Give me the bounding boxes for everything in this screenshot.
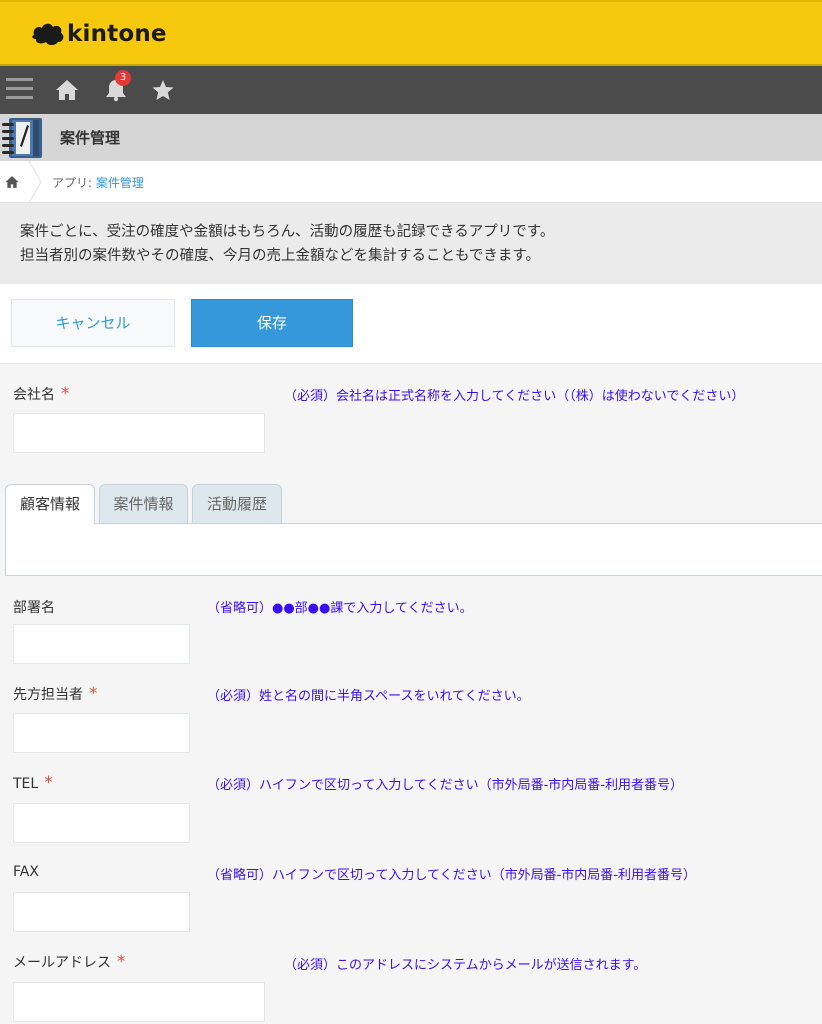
- app-description: 案件ごとに、受注の確度や金額はもちろん、活動の履歴も記録できるアプリです。 担当…: [0, 203, 822, 284]
- tab-activity-history[interactable]: 活動履歴: [192, 484, 282, 523]
- tab-panel: [5, 523, 822, 576]
- company-name-hint: （必須）会社名は正式名称を入力してください（（株）は使わないでください）: [284, 389, 745, 404]
- email-hint: （必須）このアドレスにシステムからメールが送信されます。: [284, 958, 647, 973]
- tab-group: 顧客情報 案件情報 活動履歴: [0, 484, 822, 576]
- department-label: 部署名: [13, 600, 55, 616]
- department-input[interactable]: [13, 624, 190, 664]
- save-button[interactable]: 保存: [191, 299, 353, 347]
- breadcrumb: アプリ: 案件管理: [0, 161, 822, 203]
- email-label: メールアドレス *: [13, 952, 126, 972]
- company-name-label: 会社名 *: [13, 384, 70, 404]
- description-line-1: 案件ごとに、受注の確度や金額はもちろん、活動の履歴も記録できるアプリです。: [20, 224, 555, 240]
- global-nav: 3: [0, 66, 822, 114]
- fax-label: FAX: [13, 864, 39, 880]
- tab-customer-info[interactable]: 顧客情報: [5, 484, 95, 524]
- logo-text: kintone: [67, 21, 167, 47]
- app-notebook-icon[interactable]: [0, 116, 44, 160]
- department-hint: （省略可）●●部●●課で入力してください。: [207, 601, 473, 616]
- home-icon[interactable]: [55, 78, 79, 102]
- contact-person-label: 先方担当者 *: [13, 684, 98, 704]
- action-bar: キャンセル 保存: [0, 284, 822, 364]
- breadcrumb-home-icon[interactable]: [5, 175, 19, 189]
- required-mark: *: [117, 952, 126, 972]
- description-line-2: 担当者別の案件数やその確度、今月の売上金額などを集計することもできます。: [20, 248, 540, 264]
- kintone-logo[interactable]: kintone: [30, 21, 167, 47]
- notification-badge: 3: [115, 70, 131, 86]
- company-name-input[interactable]: [13, 413, 265, 453]
- contact-person-hint: （必須）姓と名の間に半角スペースをいれてください。: [207, 689, 530, 704]
- top-header: kintone: [0, 0, 822, 66]
- required-mark: *: [89, 684, 98, 704]
- tab-deal-info[interactable]: 案件情報: [99, 484, 188, 523]
- breadcrumb-path: アプリ: 案件管理: [52, 174, 144, 191]
- breadcrumb-app-link[interactable]: 案件管理: [96, 176, 144, 190]
- kintone-logo-icon: [32, 23, 64, 45]
- required-mark: *: [61, 384, 70, 404]
- cancel-button[interactable]: キャンセル: [11, 299, 175, 347]
- menu-icon[interactable]: [6, 78, 33, 102]
- breadcrumb-separator: [28, 161, 42, 203]
- tel-input[interactable]: [13, 803, 190, 843]
- contact-person-input[interactable]: [13, 713, 190, 753]
- email-input[interactable]: [13, 982, 265, 1022]
- app-header: 案件管理: [0, 114, 822, 161]
- star-icon[interactable]: [151, 78, 175, 102]
- tel-label: TEL *: [13, 773, 53, 793]
- breadcrumb-prefix: アプリ:: [52, 176, 96, 190]
- fax-input[interactable]: [13, 892, 190, 932]
- tel-hint: （必須）ハイフンで区切って入力してください（市外局番-市内局番-利用者番号）: [207, 778, 683, 793]
- app-title[interactable]: 案件管理: [60, 127, 120, 148]
- required-mark: *: [44, 773, 53, 793]
- fax-hint: （省略可）ハイフンで区切って入力してください（市外局番-市内局番-利用者番号）: [207, 868, 696, 883]
